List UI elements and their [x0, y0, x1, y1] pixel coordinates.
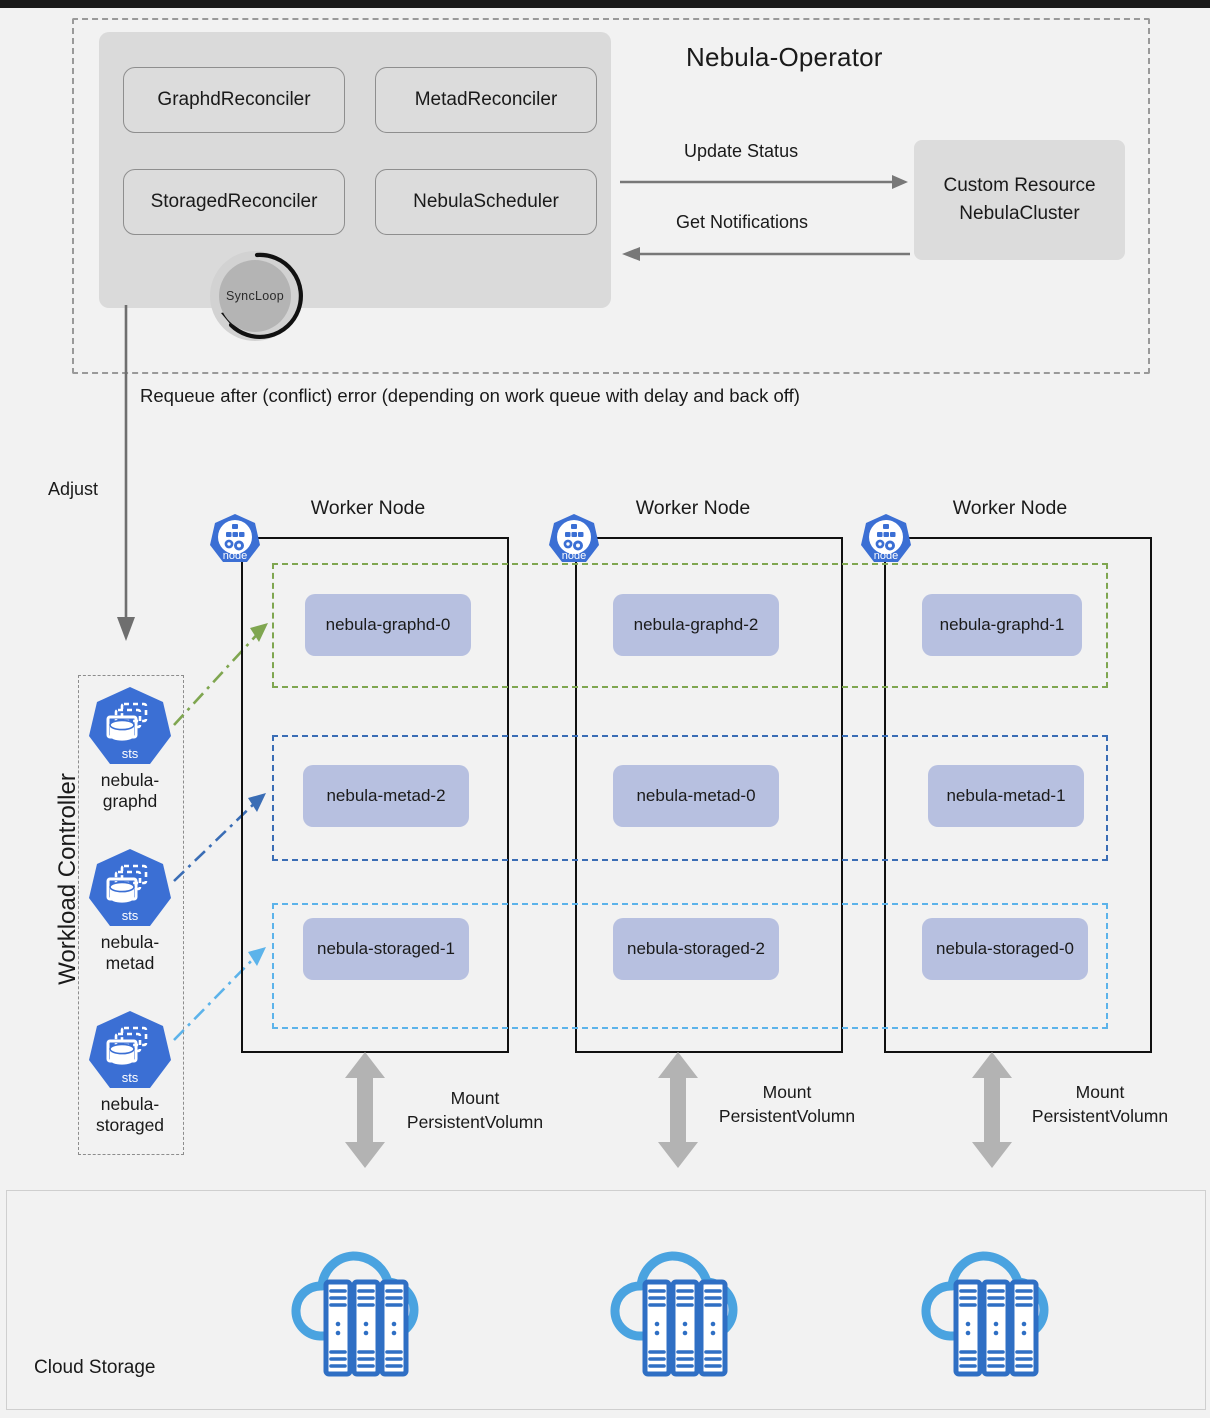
operator-cr-arrows [620, 175, 910, 261]
statefulset-badge-text: sts [122, 1070, 139, 1085]
pod-box[interactable]: nebula-storaged-2 [613, 918, 779, 980]
statefulset-caption-line1: nebula- [100, 1094, 160, 1114]
mount-label-line2: PersistentVolumn [1031, 1105, 1169, 1126]
pod-box[interactable]: nebula-metad-2 [303, 765, 469, 827]
statefulset-caption: nebula- storaged [78, 1094, 182, 1135]
statefulset-badge-text: sts [122, 908, 139, 923]
mount-volume-label: Mount PersistentVolumn [687, 1081, 887, 1128]
pod-box[interactable]: nebula-graphd-0 [305, 594, 471, 656]
pod-box[interactable]: nebula-storaged-1 [303, 918, 469, 980]
mount-label-line1: Mount [762, 1082, 812, 1102]
statefulset-caption-line2: storaged [95, 1114, 165, 1135]
mount-label-line2: PersistentVolumn [406, 1111, 544, 1132]
nebula-scheduler-box[interactable]: NebulaScheduler [375, 169, 597, 235]
pod-box[interactable]: nebula-metad-0 [613, 765, 779, 827]
top-border-strip [0, 0, 1210, 8]
diagram-canvas: Nebula-Operator GraphdReconciler MetadRe… [0, 0, 1210, 1418]
kubernetes-node-icon[interactable]: node [205, 512, 265, 574]
pod-box[interactable]: nebula-metad-1 [928, 765, 1084, 827]
update-status-label: Update Status [684, 141, 799, 161]
mount-volume-label: Mount PersistentVolumn [1000, 1081, 1200, 1128]
graphd-reconciler-box[interactable]: GraphdReconciler [123, 67, 345, 133]
adjust-label: Adjust [48, 479, 99, 499]
adjust-arrow [117, 305, 135, 641]
kubernetes-node-icon[interactable]: node [544, 512, 604, 574]
cloud-server-icon [291, 1251, 419, 1377]
storaged-reconciler-box[interactable]: StoragedReconciler [123, 169, 345, 235]
pod-box[interactable]: nebula-graphd-2 [613, 594, 779, 656]
requeue-label: Requeue after (conflict) error (dependin… [140, 385, 800, 406]
node-badge-text: node [223, 550, 247, 562]
cloud-storage-label: Cloud Storage [34, 1357, 156, 1378]
nebula-operator-title: Nebula-Operator [686, 42, 883, 72]
custom-resource-line2: NebulaCluster [959, 203, 1080, 224]
statefulset-badge-text: sts [122, 746, 139, 761]
cloud-server-icon [610, 1251, 738, 1377]
node-badge-text: node [874, 550, 898, 562]
worker-node-title: Worker Node [635, 497, 751, 519]
custom-resource-box[interactable]: Custom Resource NebulaCluster [914, 140, 1125, 260]
sync-loop-label: SyncLoop [219, 260, 291, 332]
custom-resource-line1: Custom Resource [943, 175, 1096, 197]
node-badge-text: node [562, 550, 586, 562]
pod-box[interactable]: nebula-graphd-1 [922, 594, 1082, 656]
kubernetes-node-icon[interactable]: node [856, 512, 916, 574]
worker-node-title: Worker Node [952, 497, 1068, 519]
mount-volume-label: Mount PersistentVolumn [375, 1087, 575, 1134]
mount-label-line1: Mount [450, 1088, 500, 1108]
mount-label-line2: PersistentVolumn [718, 1105, 856, 1126]
metad-reconciler-box[interactable]: MetadReconciler [375, 67, 597, 133]
cloud-server-icon [921, 1251, 1049, 1377]
worker-node-title: Worker Node [310, 497, 426, 519]
sync-loop: SyncLoop [205, 251, 315, 343]
mount-label-line1: Mount [1075, 1082, 1125, 1102]
pod-box[interactable]: nebula-storaged-0 [922, 918, 1088, 980]
